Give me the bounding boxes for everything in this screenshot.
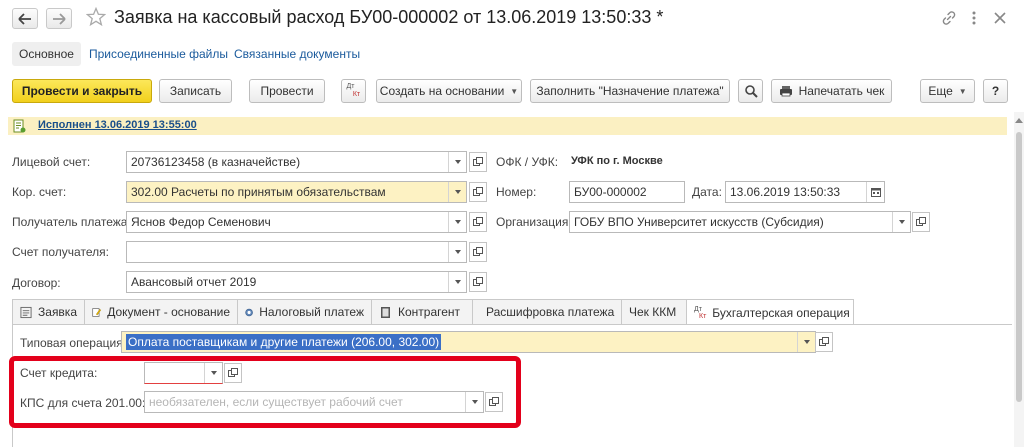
fill-payment-purpose-button[interactable]: Заполнить "Назначение платежа" (530, 79, 730, 103)
dropdown-button[interactable] (448, 152, 466, 172)
date-label: Дата: (692, 185, 722, 199)
dropdown-button[interactable] (448, 242, 466, 262)
scrollbar[interactable] (1014, 112, 1024, 447)
search-icon (744, 85, 758, 98)
scrollbar-thumb[interactable] (1016, 132, 1022, 402)
organization-label: Организация: (496, 215, 572, 229)
account-field[interactable]: 20736123458 (в казначействе) (126, 151, 467, 173)
tab-counterparty[interactable]: Контрагент (371, 299, 473, 324)
search-button[interactable] (738, 79, 763, 103)
open-button[interactable] (469, 272, 487, 292)
tab-tax-payment[interactable]: Налоговый платеж (237, 299, 372, 324)
printer-icon (779, 86, 792, 97)
tax-icon (245, 308, 253, 316)
chevron-down-icon: ▼ (510, 86, 519, 96)
number-field[interactable]: БУ00-000002 (569, 181, 685, 203)
back-button[interactable] (12, 8, 38, 29)
ofk-value: УФК по г. Москве (571, 155, 663, 167)
dropdown-button[interactable] (797, 332, 815, 352)
chevron-down-icon (803, 340, 810, 344)
open-icon (473, 277, 483, 286)
payee-account-field[interactable] (126, 241, 467, 263)
dropdown-button[interactable] (448, 182, 466, 202)
more-button[interactable]: Еще ▼ (920, 79, 975, 103)
dt-kt-icon: Дт Кт (694, 305, 707, 320)
forward-arrow-icon (53, 12, 66, 25)
tab-request[interactable]: Заявка (12, 299, 85, 324)
typical-operation-field[interactable]: Оплата поставщикам и другие платежи (206… (121, 331, 816, 353)
save-button[interactable]: Записать (159, 79, 232, 103)
chevron-down-icon (454, 190, 461, 194)
star-icon[interactable] (86, 7, 106, 27)
open-button[interactable] (469, 182, 487, 202)
chevron-down-icon: ▼ (958, 86, 967, 96)
contract-field[interactable]: Авансовый отчет 2019 (126, 271, 467, 293)
open-button[interactable] (469, 152, 487, 172)
typical-operation-label: Типовая операция: (20, 336, 127, 350)
back-arrow-icon (18, 12, 31, 25)
section-tab-main[interactable]: Основное (12, 42, 81, 66)
section-tabs: Основное Присоединенные файлы Связанные … (0, 38, 1024, 70)
open-button[interactable] (469, 242, 487, 262)
dropdown-button[interactable] (448, 272, 466, 292)
account-label: Лицевой счет: (12, 155, 91, 169)
open-button[interactable] (815, 332, 833, 352)
ofk-label: ОФК / УФК: (496, 155, 559, 169)
more-vertical-icon[interactable] (966, 10, 982, 26)
help-button[interactable]: ? (983, 79, 1008, 103)
create-based-on-button[interactable]: Создать на основании ▼ (376, 79, 522, 103)
post-and-close-button[interactable]: Провести и закрыть (12, 79, 152, 103)
tab-kkm-receipt[interactable]: Чек ККМ (621, 299, 687, 324)
open-icon (473, 217, 483, 226)
payee-label: Получатель платежа: (12, 215, 131, 229)
status-link[interactable]: Исполнен 13.06.2019 13:55:00 (38, 119, 197, 131)
highlight-box (9, 356, 521, 428)
tab-base-document[interactable]: Документ - основание (84, 299, 238, 324)
calendar-icon (870, 188, 881, 197)
section-tab-related-documents[interactable]: Связанные документы (234, 42, 360, 66)
close-icon[interactable] (992, 10, 1008, 26)
forward-button[interactable] (46, 8, 72, 29)
dt-kt-button[interactable]: Дт Кт (341, 79, 366, 103)
window-title: Заявка на кассовый расход БУ00-000002 от… (114, 7, 664, 27)
post-button[interactable]: Провести (249, 79, 325, 103)
date-field[interactable]: 13.06.2019 13:50:33 (725, 181, 885, 203)
organization-field[interactable]: ГОБУ ВПО Университет искусств (Субсидия) (569, 211, 911, 233)
payee-field[interactable]: Яснов Федор Семенович (126, 211, 467, 233)
scroll-up-icon[interactable] (1015, 118, 1023, 123)
open-icon (819, 337, 829, 346)
chevron-down-icon (454, 280, 461, 284)
dropdown-button[interactable] (448, 212, 466, 232)
title-bar: Заявка на кассовый расход БУ00-000002 от… (0, 0, 1024, 38)
open-button[interactable] (469, 212, 487, 232)
document-status-icon (13, 119, 26, 133)
typical-operation-value: Оплата поставщикам и другие платежи (206… (126, 334, 442, 350)
link-icon[interactable] (941, 10, 957, 26)
contract-label: Договор: (12, 276, 61, 290)
open-icon (473, 247, 483, 256)
section-tab-attached-files[interactable]: Присоединенные файлы (89, 42, 228, 66)
open-icon (916, 217, 926, 226)
open-button[interactable] (912, 212, 930, 232)
corr-account-label: Кор. счет: (12, 185, 67, 199)
tab-accounting-operation[interactable]: Дт Кт Бухгалтерская операция (686, 299, 854, 325)
chevron-down-icon (898, 220, 905, 224)
chevron-down-icon (454, 220, 461, 224)
print-receipt-button[interactable]: Напечатать чек (771, 79, 892, 103)
tab-payment-details[interactable]: Расшифровка платежа (472, 299, 622, 324)
calendar-button[interactable] (866, 182, 884, 202)
chevron-down-icon (454, 250, 461, 254)
number-label: Номер: (496, 185, 537, 199)
chevron-down-icon (454, 160, 461, 164)
payee-account-label: Счет получателя: (12, 245, 109, 259)
document-edit-icon (92, 307, 102, 317)
dt-kt-icon: Дт Кт (346, 83, 361, 98)
corr-account-field[interactable]: 302.00 Расчеты по принятым обязательства… (126, 181, 467, 203)
open-icon (473, 157, 483, 166)
form-icon (20, 306, 32, 318)
dropdown-button[interactable] (892, 212, 910, 232)
book-icon (381, 306, 390, 318)
open-icon (473, 187, 483, 196)
